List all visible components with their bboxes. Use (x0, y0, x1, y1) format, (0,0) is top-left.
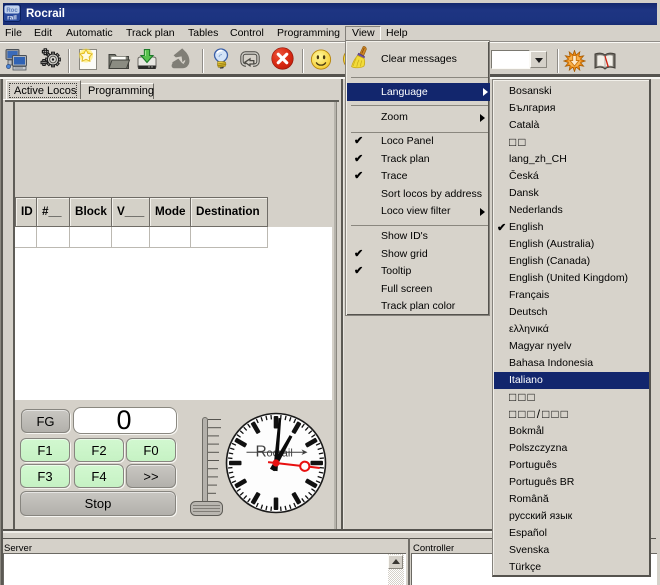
svg-text:rail: rail (7, 15, 17, 22)
svg-text:Roc: Roc (6, 8, 18, 14)
